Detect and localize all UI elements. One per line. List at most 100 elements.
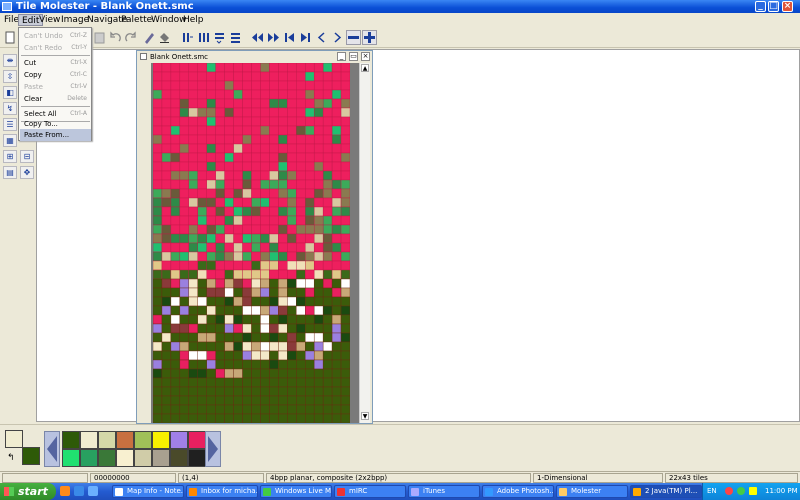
tile[interactable] (197, 305, 207, 316)
tile[interactable] (242, 404, 252, 415)
tile[interactable] (206, 377, 216, 388)
tile[interactable] (313, 143, 324, 154)
tile[interactable] (242, 395, 252, 406)
tile[interactable] (170, 269, 181, 280)
tile[interactable] (322, 260, 333, 271)
pencil-icon[interactable] (142, 30, 157, 45)
tile[interactable] (197, 242, 207, 253)
tile[interactable] (233, 278, 243, 289)
tile[interactable] (296, 125, 306, 136)
tile[interactable] (287, 287, 297, 298)
menu-item-paste[interactable]: Paste Ctrl-V (20, 81, 91, 93)
tile[interactable] (188, 377, 198, 388)
tile[interactable] (206, 134, 216, 145)
tile[interactable] (179, 71, 190, 82)
tile[interactable] (197, 395, 207, 406)
tile[interactable] (340, 71, 350, 82)
tile[interactable] (313, 278, 324, 289)
tile[interactable] (179, 395, 190, 406)
tile[interactable] (179, 323, 190, 334)
task-java[interactable]: 2 Java(TM) Pl... (630, 485, 702, 498)
tile[interactable] (260, 305, 270, 316)
tile[interactable] (179, 206, 190, 217)
tile[interactable] (331, 332, 342, 343)
tile[interactable] (269, 125, 279, 136)
tile[interactable] (260, 152, 270, 163)
tile[interactable] (322, 170, 333, 181)
tile[interactable] (305, 161, 315, 172)
tile[interactable] (215, 161, 225, 172)
tile[interactable] (260, 143, 270, 154)
tile[interactable] (170, 179, 181, 190)
tile[interactable] (170, 197, 181, 208)
tile[interactable] (179, 143, 190, 154)
tile[interactable] (215, 350, 225, 361)
tile[interactable] (331, 215, 342, 226)
tile[interactable] (278, 215, 288, 226)
tile[interactable] (188, 350, 198, 361)
tile[interactable] (331, 395, 342, 406)
tile[interactable] (340, 197, 350, 208)
byte-back-icon[interactable] (346, 30, 361, 45)
tile[interactable] (269, 170, 279, 181)
document-maximize-button[interactable]: ▭ (349, 52, 358, 61)
tile[interactable] (170, 368, 181, 379)
tile[interactable] (179, 161, 190, 172)
tile[interactable] (322, 341, 333, 352)
tile[interactable] (260, 404, 270, 415)
tile[interactable] (224, 332, 234, 343)
tile[interactable] (206, 197, 216, 208)
tile[interactable] (313, 152, 324, 163)
tile[interactable] (287, 314, 297, 325)
tile[interactable] (269, 206, 279, 217)
tile[interactable] (296, 215, 306, 226)
tile[interactable] (215, 224, 225, 235)
tile[interactable] (242, 152, 252, 163)
tile[interactable] (287, 395, 297, 406)
tile[interactable] (206, 215, 216, 226)
tile[interactable] (233, 287, 243, 298)
tile[interactable] (305, 413, 315, 423)
palette-color-swatch[interactable] (134, 449, 152, 467)
tile[interactable] (233, 251, 243, 262)
tile[interactable] (161, 98, 172, 109)
tile[interactable] (340, 296, 350, 307)
tile[interactable] (260, 287, 270, 298)
tile[interactable] (197, 152, 207, 163)
tile[interactable] (188, 296, 198, 307)
tile[interactable] (269, 80, 279, 91)
line-icon[interactable]: ☰ (3, 118, 17, 131)
tile[interactable] (170, 215, 181, 226)
tile[interactable] (153, 71, 163, 82)
menu-item-cut[interactable]: Cut Ctrl-X (20, 57, 91, 69)
tile[interactable] (331, 224, 342, 235)
tile[interactable] (224, 179, 234, 190)
tile[interactable] (197, 296, 207, 307)
tile[interactable] (170, 260, 181, 271)
tile[interactable] (215, 332, 225, 343)
tile[interactable] (197, 170, 207, 181)
scroll-up-arrow-icon[interactable]: ▲ (361, 64, 369, 72)
tile[interactable] (296, 89, 306, 100)
tile[interactable] (179, 98, 190, 109)
tile[interactable] (340, 98, 350, 109)
tile[interactable] (197, 377, 207, 388)
tile[interactable] (170, 314, 181, 325)
tile[interactable] (313, 188, 324, 199)
tile[interactable] (296, 278, 306, 289)
tile[interactable] (269, 278, 279, 289)
tile[interactable] (269, 251, 279, 262)
tile[interactable] (331, 197, 342, 208)
tile[interactable] (287, 413, 297, 423)
tile[interactable] (260, 296, 270, 307)
tile[interactable] (251, 413, 261, 423)
tile[interactable] (322, 134, 333, 145)
tile[interactable] (278, 170, 288, 181)
tile[interactable] (153, 107, 163, 118)
tile[interactable] (206, 224, 216, 235)
tile[interactable] (197, 98, 207, 109)
tile[interactable] (197, 107, 207, 118)
tile[interactable] (170, 323, 181, 334)
tile[interactable] (340, 107, 350, 118)
tile[interactable] (153, 125, 163, 136)
